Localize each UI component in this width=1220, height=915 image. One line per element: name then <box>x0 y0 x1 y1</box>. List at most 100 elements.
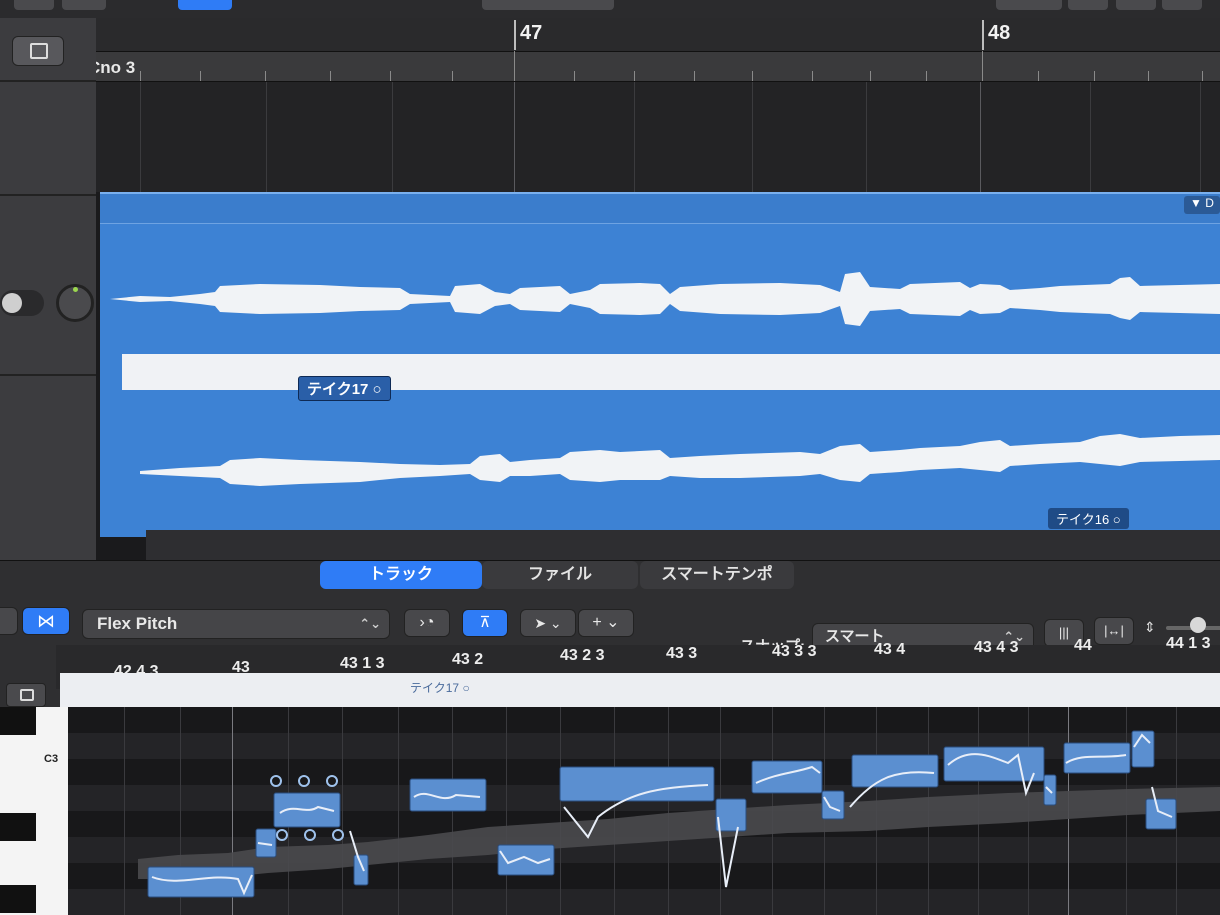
ruler-tick <box>390 71 391 81</box>
audio-region[interactable]: ▼ D テイク17 ○ テイク16 ○ <box>100 192 1220 537</box>
bar-marker <box>514 20 516 50</box>
ruler-tick <box>634 71 635 81</box>
track-toggle[interactable] <box>0 290 44 316</box>
divider <box>0 80 96 82</box>
pitch-handle <box>326 775 338 787</box>
position-label: 43 4 3 <box>974 639 1019 656</box>
toolbar-button[interactable] <box>996 0 1062 10</box>
vertical-zoom-icon: ⇕ <box>1144 619 1156 635</box>
pitch-note <box>353 854 369 886</box>
pitch-note <box>1063 742 1131 774</box>
position-label: 43 3 3 <box>772 643 817 660</box>
position-label: 44 1 3 <box>1166 635 1211 652</box>
track-header-panel <box>0 18 96 568</box>
flex-mode-select[interactable]: Flex Pitch ⌃⌄ <box>82 609 390 639</box>
grid-line <box>514 82 515 192</box>
grid-line <box>392 82 393 192</box>
flex-mode-button[interactable]: ⊼ <box>462 609 508 637</box>
tab-file[interactable]: ファイル <box>482 561 638 589</box>
ruler-tick <box>265 71 266 81</box>
black-key[interactable] <box>0 813 36 841</box>
black-key[interactable] <box>0 885 36 913</box>
grid-line <box>1090 82 1091 192</box>
toolbar-button-active[interactable] <box>178 0 232 10</box>
pitch-note <box>751 760 823 794</box>
volume-knob[interactable] <box>56 284 94 322</box>
piano-keyboard[interactable]: C3 <box>0 707 68 915</box>
pitch-note <box>147 866 255 898</box>
zoom-slider-thumb[interactable] <box>1190 617 1206 633</box>
timeline-ruler[interactable]: 47 48 <box>80 18 1220 52</box>
position-label: 43 2 3 <box>560 647 605 664</box>
pitch-handle <box>304 829 316 841</box>
bar-number-47: 47 <box>520 22 543 44</box>
ruler-tick <box>200 71 201 81</box>
take-17-label[interactable]: テイク17 ○ <box>298 376 391 401</box>
bar-marker <box>982 20 984 50</box>
pitch-handle <box>270 775 282 787</box>
toolbar-button[interactable] <box>1068 0 1108 10</box>
ruler-tick <box>812 71 813 81</box>
toolbar-button[interactable] <box>62 0 106 10</box>
chord-lane[interactable]: Cno 3 <box>80 51 1220 82</box>
overview-button[interactable] <box>6 683 46 707</box>
grid-line <box>266 82 267 192</box>
pitch-handle <box>298 775 310 787</box>
take-lane-stripe[interactable] <box>122 354 1220 390</box>
ruler-tick <box>1148 71 1149 81</box>
audio-track-editor: トラック ファイル スマートテンポ ⋈ Flex Pitch ⌃⌄ ›◔ ⊼ ➤… <box>0 560 1220 915</box>
track-background <box>146 530 1220 560</box>
position-label: 44 <box>1074 637 1092 654</box>
top-toolbar <box>0 0 1220 18</box>
editor-take-lane[interactable]: テイク17 ○ <box>60 673 1220 707</box>
pitch-note <box>1145 798 1177 830</box>
tab-smart-tempo[interactable]: スマートテンポ <box>640 561 794 589</box>
audio-file-button[interactable]: ›◔ <box>404 609 450 637</box>
pitch-note <box>851 754 939 788</box>
capture-button[interactable] <box>12 36 64 66</box>
pitch-handle <box>276 829 288 841</box>
ruler-tick <box>982 51 983 81</box>
catch-button[interactable] <box>0 607 18 635</box>
take-lane-label: テイク17 ○ <box>410 681 470 695</box>
flex-mode-icon: ⊼ <box>479 614 491 631</box>
ruler-tick <box>452 71 453 81</box>
waveform-upper <box>110 272 1220 326</box>
take-16-label[interactable]: テイク16 ○ <box>1048 508 1129 529</box>
waveform-lower <box>140 434 1220 486</box>
toolbar-button[interactable] <box>1116 0 1156 10</box>
grid-line <box>866 82 867 192</box>
pointer-tool-menu[interactable]: ➤ ⌄ <box>520 609 576 637</box>
empty-track-area[interactable] <box>96 82 1220 192</box>
ruler-tick <box>752 71 753 81</box>
position-label: 43 3 <box>666 645 698 662</box>
tab-track[interactable]: トラック <box>320 561 482 589</box>
pitch-note <box>821 790 845 820</box>
ruler-tick <box>870 71 871 81</box>
audio-file-icon: ›◔ <box>419 614 435 631</box>
toolbar-button[interactable] <box>1162 0 1202 10</box>
flex-toggle-button[interactable]: ⋈ <box>22 607 70 635</box>
flex-pitch-notes <box>138 730 1220 898</box>
pitch-note <box>715 798 747 832</box>
ruler-tick <box>1202 71 1203 81</box>
black-key[interactable] <box>0 707 36 735</box>
overview-icon <box>20 689 34 701</box>
position-label: 43 4 <box>874 641 906 658</box>
ruler-tick <box>330 71 331 81</box>
toolbar-button[interactable] <box>14 0 54 10</box>
ruler-tick <box>574 71 575 81</box>
select-arrows-icon: ⌃⌄ <box>359 616 381 631</box>
position-label: 43 1 3 <box>340 655 385 672</box>
pointer-tool-icon: ➤ ⌄ <box>534 615 562 631</box>
flex-pitch-grid[interactable] <box>68 707 1220 915</box>
add-tool-menu[interactable]: + ⌄ <box>578 609 634 637</box>
toolbar-button[interactable] <box>482 0 614 10</box>
region-tag[interactable]: ▼ D <box>1184 196 1220 214</box>
fit-icon: |↔| <box>1104 623 1124 638</box>
fit-button[interactable]: |↔| <box>1094 617 1134 645</box>
flex-icon: ⋈ <box>37 611 55 631</box>
add-tool-icon: + ⌄ <box>592 614 620 631</box>
ruler-tick <box>1094 71 1095 81</box>
region-header[interactable]: ▼ D <box>100 194 1220 224</box>
